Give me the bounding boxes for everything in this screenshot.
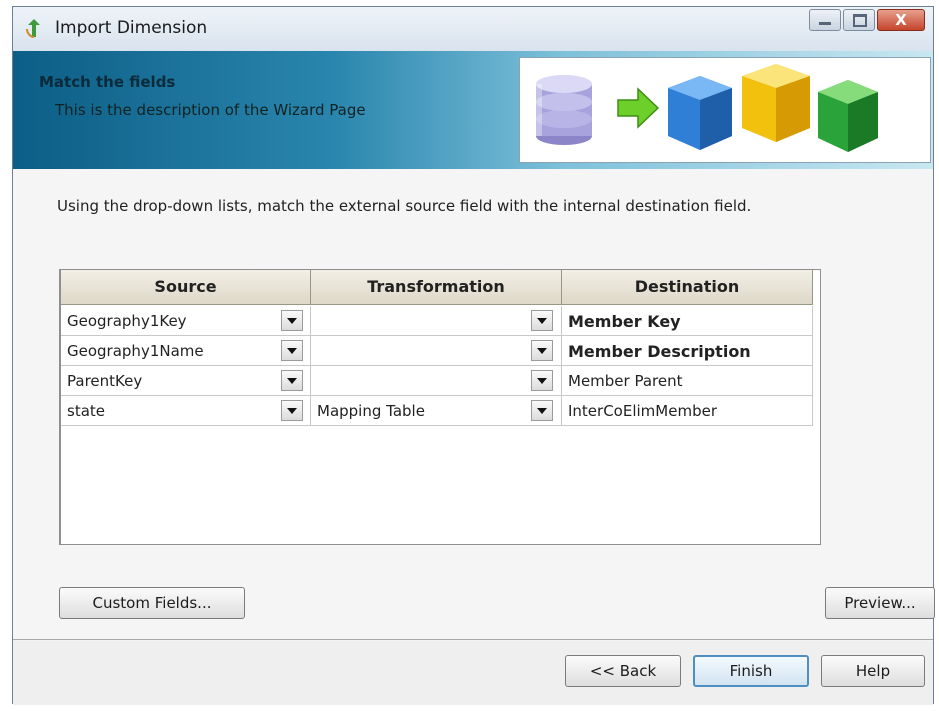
dropdown-arrow-icon[interactable] — [531, 400, 553, 421]
destination-cell: Member Description — [562, 336, 813, 366]
arrow-right-icon — [617, 87, 660, 129]
destination-value: Member Description — [568, 342, 751, 361]
close-button[interactable]: X — [877, 9, 925, 31]
source-dropdown[interactable]: Geography1Name — [61, 336, 311, 366]
wizard-content: Using the drop-down lists, match the ext… — [13, 169, 935, 639]
back-button[interactable]: << Back — [565, 655, 681, 687]
destination-value: Member Key — [568, 312, 681, 331]
transformation-dropdown[interactable] — [311, 336, 562, 366]
transformation-dropdown[interactable] — [311, 306, 562, 336]
dropdown-arrow-icon[interactable] — [281, 310, 303, 331]
source-value: Geography1Name — [67, 342, 204, 360]
wizard-footer: << Back Finish Help — [13, 641, 933, 705]
window-title: Import Dimension — [55, 18, 208, 38]
instruction-text: Using the drop-down lists, match the ext… — [57, 197, 752, 215]
transformation-dropdown[interactable] — [311, 366, 562, 396]
table-row: state Mapping Table InterCoElimMember — [61, 396, 813, 426]
custom-fields-button[interactable]: Custom Fields... — [59, 587, 245, 619]
dropdown-arrow-icon[interactable] — [281, 340, 303, 361]
caption-buttons: X — [807, 9, 925, 31]
table-row: Geography1Key Member Key — [61, 306, 813, 336]
header-transformation[interactable]: Transformation — [311, 270, 562, 305]
minimize-button[interactable] — [809, 9, 841, 31]
destination-cell: Member Parent — [562, 366, 813, 396]
finish-button[interactable]: Finish — [693, 655, 809, 687]
blue-cube-icon — [668, 76, 732, 150]
import-dimension-window: Import Dimension X Match the fields This… — [12, 6, 935, 705]
dropdown-arrow-icon[interactable] — [531, 340, 553, 361]
wizard-header-banner: Match the fields This is the description… — [13, 51, 933, 169]
header-source[interactable]: Source — [61, 270, 311, 305]
green-cube-icon — [818, 80, 878, 152]
source-value: Geography1Key — [67, 312, 187, 330]
source-value: ParentKey — [67, 372, 143, 390]
dropdown-arrow-icon[interactable] — [531, 310, 553, 331]
destination-value: Member Parent — [568, 372, 683, 390]
help-button[interactable]: Help — [821, 655, 925, 687]
destination-cell: InterCoElimMember — [562, 396, 813, 426]
app-icon — [26, 19, 40, 38]
wizard-page-title: Match the fields — [39, 73, 176, 91]
table-row: Geography1Name Member Description — [61, 336, 813, 366]
dropdown-arrow-icon[interactable] — [281, 370, 303, 391]
close-icon: X — [895, 11, 907, 29]
dropdown-arrow-icon[interactable] — [531, 370, 553, 391]
field-mapping-grid: Source Transformation Destination Geogra… — [59, 269, 821, 545]
database-icon — [536, 75, 592, 145]
source-value: state — [67, 402, 105, 420]
grid-header: Source Transformation Destination — [61, 270, 813, 306]
wizard-graphic — [519, 57, 931, 163]
wizard-graphic-art — [536, 64, 878, 152]
header-destination[interactable]: Destination — [562, 270, 813, 305]
dropdown-arrow-icon[interactable] — [281, 400, 303, 421]
table-row: ParentKey Member Parent — [61, 366, 813, 396]
destination-cell: Member Key — [562, 306, 813, 336]
maximize-button[interactable] — [843, 9, 875, 31]
source-dropdown[interactable]: ParentKey — [61, 366, 311, 396]
wizard-page-description: This is the description of the Wizard Pa… — [55, 101, 366, 119]
yellow-cube-icon — [742, 64, 810, 142]
destination-value: InterCoElimMember — [568, 402, 717, 420]
source-dropdown[interactable]: Geography1Key — [61, 306, 311, 336]
transformation-value: Mapping Table — [317, 402, 425, 420]
title-bar[interactable]: Import Dimension X — [13, 7, 933, 52]
transformation-dropdown[interactable]: Mapping Table — [311, 396, 562, 426]
source-dropdown[interactable]: state — [61, 396, 311, 426]
preview-button[interactable]: Preview... — [825, 587, 935, 619]
